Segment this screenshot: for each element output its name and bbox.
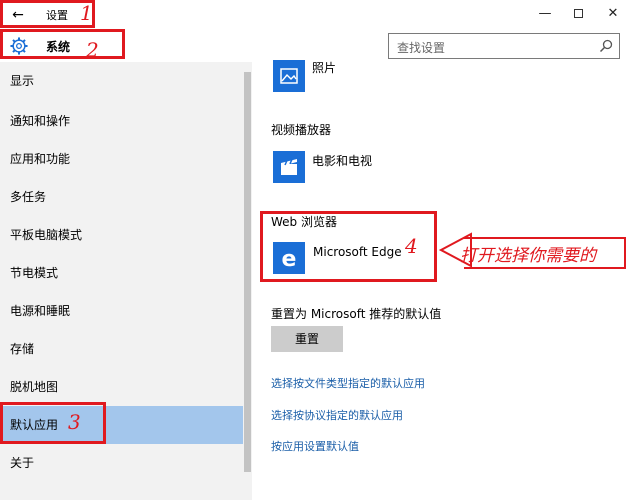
sidebar-scrollbar[interactable] bbox=[243, 72, 252, 500]
minimize-button[interactable]: — bbox=[530, 3, 560, 25]
annotation-number-1: 1 bbox=[80, 1, 93, 25]
maximize-icon bbox=[573, 9, 583, 18]
annotation-callout-text: 打开选择你需要的 bbox=[460, 246, 596, 266]
sidebar-item-display[interactable]: 显示 bbox=[0, 62, 243, 100]
sidebar-item-power-sleep[interactable]: 电源和睡眠 bbox=[0, 292, 243, 330]
search-input[interactable]: 查找设置 bbox=[388, 33, 620, 59]
search-placeholder: 查找设置 bbox=[397, 41, 446, 55]
video-player-heading: 视频播放器 bbox=[271, 123, 332, 137]
reset-heading: 重置为 Microsoft 推荐的默认值 bbox=[271, 307, 442, 321]
maximize-button[interactable] bbox=[563, 3, 593, 25]
annotation-number-4: 4 bbox=[405, 234, 418, 258]
movies-tv-app-name[interactable]: 电影和电视 bbox=[312, 152, 372, 169]
sidebar-item-offline-maps[interactable]: 脱机地图 bbox=[0, 368, 243, 406]
movies-tv-icon[interactable] bbox=[273, 151, 305, 183]
annotation-number-3: 3 bbox=[68, 410, 81, 434]
photos-app-name[interactable]: 照片 bbox=[312, 59, 336, 76]
photos-icon[interactable] bbox=[273, 60, 305, 92]
scrollbar-thumb[interactable] bbox=[244, 72, 251, 472]
search-icon[interactable] bbox=[599, 39, 613, 53]
link-by-file-type[interactable]: 选择按文件类型指定的默认应用 bbox=[271, 375, 425, 391]
close-button[interactable]: ✕ bbox=[598, 3, 628, 25]
sidebar-item-notifications[interactable]: 通知和操作 bbox=[0, 102, 243, 140]
link-by-app[interactable]: 按应用设置默认值 bbox=[271, 438, 359, 454]
annotation-box-3 bbox=[0, 402, 106, 444]
annotation-number-2: 2 bbox=[86, 38, 99, 62]
sidebar-item-storage[interactable]: 存储 bbox=[0, 330, 243, 368]
sidebar-item-multitasking[interactable]: 多任务 bbox=[0, 178, 243, 216]
sidebar-item-about[interactable]: 关于 bbox=[0, 444, 243, 482]
reset-button[interactable]: 重置 bbox=[271, 326, 343, 352]
sidebar-item-battery-saver[interactable]: 节电模式 bbox=[0, 254, 243, 292]
annotation-box-2 bbox=[0, 29, 125, 59]
sidebar-item-apps-features[interactable]: 应用和功能 bbox=[0, 140, 243, 178]
sidebar-item-tablet-mode[interactable]: 平板电脑模式 bbox=[0, 216, 243, 254]
link-by-protocol[interactable]: 选择按协议指定的默认应用 bbox=[271, 407, 403, 423]
